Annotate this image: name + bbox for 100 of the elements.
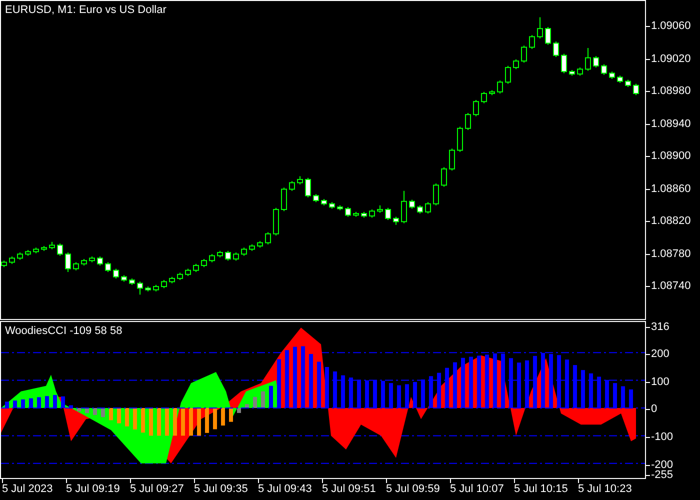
candle xyxy=(457,126,463,152)
price-axis-label: 1.08940 xyxy=(651,118,691,131)
candle xyxy=(297,176,303,185)
price-axis-label: 1.08820 xyxy=(651,215,691,228)
candle xyxy=(505,65,511,84)
candle xyxy=(345,206,351,218)
histogram-bar xyxy=(117,408,121,424)
time-axis-label: 5 Jul 09:43 xyxy=(258,483,312,496)
candle xyxy=(337,204,343,211)
candle xyxy=(145,286,151,292)
candle xyxy=(17,252,23,260)
candle xyxy=(73,262,79,271)
indicator-title: WoodiesCCI -109 58 58 xyxy=(5,324,122,338)
time-axis-label: 5 Jul 2023 xyxy=(2,483,53,496)
candle xyxy=(513,58,519,70)
candle xyxy=(449,148,455,172)
candle xyxy=(577,67,583,76)
candle xyxy=(561,53,567,74)
histogram-bar xyxy=(85,408,89,414)
candle xyxy=(625,79,631,88)
histogram-bar xyxy=(213,408,217,430)
candle xyxy=(569,69,575,76)
candle xyxy=(417,204,423,214)
indicator-axis-label: 316 xyxy=(651,321,670,334)
candle xyxy=(313,194,319,203)
histogram-bar xyxy=(157,408,161,436)
candle xyxy=(65,252,71,272)
candle xyxy=(153,284,159,292)
candle xyxy=(545,26,551,46)
candle xyxy=(425,202,431,214)
candle xyxy=(177,272,183,281)
candle xyxy=(601,64,607,76)
candle xyxy=(105,262,111,272)
histogram-bar xyxy=(165,408,169,436)
histogram-bar xyxy=(197,408,201,436)
time-axis-label: 5 Jul 10:23 xyxy=(578,483,632,496)
candle xyxy=(281,187,287,212)
candle xyxy=(161,280,167,289)
candle xyxy=(537,16,543,39)
histogram-bar xyxy=(229,408,233,422)
indicator-axis-label: 100 xyxy=(651,376,670,389)
candle xyxy=(33,247,39,254)
candle xyxy=(289,180,295,192)
chart-title: EURUSD, M1: Euro vs US Dollar xyxy=(5,3,166,17)
candle xyxy=(353,211,359,218)
candle xyxy=(241,247,247,256)
time-axis-label: 5 Jul 09:19 xyxy=(66,483,120,496)
candle xyxy=(521,45,527,64)
indicator-axis-label: -255 xyxy=(651,469,674,482)
time-axis-label: 5 Jul 09:35 xyxy=(194,483,248,496)
candle xyxy=(193,263,199,272)
candle xyxy=(529,34,535,50)
candle xyxy=(409,199,415,210)
candle xyxy=(433,183,439,206)
indicator-axis-label: 0 xyxy=(651,403,658,416)
candle xyxy=(377,204,383,214)
candle xyxy=(113,268,119,279)
candle xyxy=(89,256,95,263)
time-axis-label: 5 Jul 09:51 xyxy=(322,483,376,496)
price-axis-label: 1.08900 xyxy=(651,150,691,164)
histogram-bar xyxy=(245,404,249,408)
time-axis-label: 5 Jul 10:07 xyxy=(450,483,504,496)
candle xyxy=(393,216,399,226)
candle xyxy=(129,278,135,286)
histogram-bar xyxy=(221,408,225,426)
candle xyxy=(233,252,239,262)
candle xyxy=(81,258,87,266)
candle xyxy=(329,202,335,210)
histogram-bar xyxy=(141,408,145,433)
candle xyxy=(209,254,215,263)
candle xyxy=(441,166,447,188)
indicator-axis-label: -100 xyxy=(651,431,674,444)
histogram-bar xyxy=(253,396,257,408)
price-axis-label: 1.08780 xyxy=(651,248,691,261)
candle xyxy=(401,190,407,224)
histogram-bar xyxy=(77,408,81,412)
time-axis-label: 5 Jul 10:15 xyxy=(514,483,568,496)
candle xyxy=(97,256,103,266)
candle xyxy=(481,91,487,104)
time-axis-label: 5 Jul 09:27 xyxy=(130,483,184,496)
candle xyxy=(465,112,471,130)
time-axis-label: 5 Jul 09:59 xyxy=(386,483,440,496)
candle xyxy=(25,250,31,256)
candle xyxy=(305,177,311,198)
candle xyxy=(617,75,623,84)
candle xyxy=(121,274,127,282)
histogram-bar xyxy=(93,408,97,415)
price-axis-label: 1.09020 xyxy=(651,52,691,66)
candle xyxy=(257,240,263,248)
candle xyxy=(609,71,615,80)
candle xyxy=(169,276,175,284)
candle xyxy=(593,56,599,68)
price-axis-label: 1.08740 xyxy=(651,280,691,294)
histogram-bar xyxy=(181,408,185,436)
candle xyxy=(57,243,63,256)
candle xyxy=(633,83,639,96)
price-axis-label: 1.09060 xyxy=(651,20,691,34)
indicator-axis-label: -200 xyxy=(651,459,674,471)
histogram-bar xyxy=(205,408,209,433)
candle xyxy=(553,41,559,58)
